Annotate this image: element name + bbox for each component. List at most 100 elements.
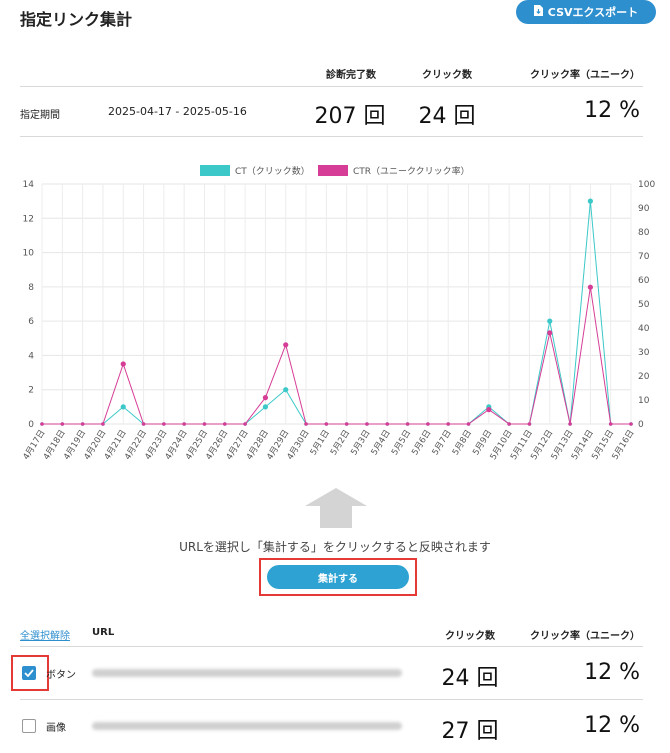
y-right-tick-label: 0 [638,420,644,430]
data-point [262,395,269,401]
data-point [283,387,289,393]
y-left-tick-label: 2 [28,386,34,396]
y-left-tick-label: 0 [28,420,34,430]
page-title: 指定リンク集計 [20,10,133,29]
summary-header-rate: クリック率（ユニーク） [530,70,640,81]
data-point [547,330,553,336]
legend-swatch [200,165,230,176]
x-tick-label: 5月4日 [370,428,393,457]
table-header-url: URL [92,627,115,638]
data-point [80,422,85,426]
data-point [587,198,593,204]
data-point [568,422,572,426]
row-label: ボタン [46,670,76,681]
aggregate-button[interactable]: 集計する [267,565,409,589]
data-point [40,422,44,426]
row-url[interactable] [92,669,402,677]
line-chart: 0246810121401020304050607080901004月17日4月… [21,165,655,462]
data-point [365,422,369,426]
csv-export-button[interactable]: CSVエクスポート [516,0,656,24]
data-point [405,422,410,426]
y-right-tick-label: 30 [638,348,650,358]
y-left-tick-label: 4 [28,351,34,361]
data-point [60,422,65,426]
up-arrow-icon [305,488,367,528]
data-point [202,422,207,426]
row-label: 画像 [46,723,66,734]
summary-top-divider [20,86,643,87]
instruction-text: URLを選択し「集計する」をクリックすると反映されます [179,540,491,554]
x-tick-label: 5月1日 [309,428,332,457]
clicks-value: 24 回 [418,104,476,129]
series-line [42,201,631,425]
table-header-divider [20,646,643,647]
x-tick-label: 5月5日 [390,428,413,457]
y-left-tick-label: 8 [28,283,34,293]
data-point [466,422,471,426]
x-tick-label: 5月6日 [410,428,433,457]
data-point [243,422,247,426]
y-right-tick-label: 70 [638,252,650,262]
data-point [426,422,430,426]
period-label: 指定期間 [20,110,60,121]
y-right-tick-label: 50 [638,300,650,310]
x-tick-label: 5月8日 [451,428,474,457]
check-icon [24,669,34,677]
y-right-tick-label: 90 [638,204,650,214]
period-value: 2025-04-17 - 2025-05-16 [108,105,247,118]
row-rate: 12 % [584,713,640,738]
y-right-tick-label: 100 [638,180,655,190]
data-point [222,422,227,426]
data-point [446,422,451,426]
y-right-tick-label: 60 [638,276,650,286]
data-point [101,422,105,426]
table-header-rate: クリック率（ユニーク） [530,631,640,642]
data-point [283,342,289,348]
row-checkbox[interactable] [22,719,36,733]
row-divider [20,699,643,700]
data-point [608,422,613,426]
rate-value: 12 % [584,98,640,123]
table-row: 画像 27 回 12 % [20,703,643,753]
table-row: ボタン 24 回 12 % [11,648,643,698]
summary-bottom-divider [20,136,643,137]
x-tick-label: 5月2日 [329,428,352,457]
data-point [141,422,146,426]
data-point [486,407,492,413]
data-point [587,284,593,290]
data-point [527,422,532,426]
summary-header-completed: 診断完了数 [326,70,376,81]
y-right-tick-label: 10 [638,396,650,406]
y-left-tick-label: 14 [23,180,35,190]
y-left-tick-label: 10 [23,249,35,259]
data-point [324,422,329,426]
legend-swatch [318,165,348,176]
y-left-tick-label: 6 [28,317,34,327]
data-point [120,361,126,367]
data-point [120,404,126,410]
y-left-tick-label: 12 [23,214,34,224]
x-tick-label: 5月7日 [431,428,454,457]
deselect-all-link[interactable]: 全選択解除 [20,627,70,642]
completed-value: 207 回 [314,104,386,129]
y-right-tick-label: 80 [638,228,650,238]
data-point [507,422,511,426]
legend-label: CT（クリック数） [235,165,310,177]
legend-label: CTR（ユニーククリック率） [353,165,470,177]
data-point [182,422,186,426]
row-checkbox[interactable] [22,666,36,680]
data-point [162,422,166,426]
row-rate: 12 % [584,660,640,685]
y-right-tick-label: 20 [638,372,650,382]
data-point [262,404,269,410]
x-tick-label: 5月3日 [349,428,372,457]
row-url[interactable] [92,722,402,730]
data-point [629,422,633,426]
y-right-tick-label: 40 [638,324,650,334]
csv-export-label: CSVエクスポート [547,6,639,19]
data-point [304,422,308,426]
summary-header-clicks: クリック数 [422,70,472,81]
data-point [344,422,349,426]
data-point [385,422,390,426]
data-point [547,318,553,324]
